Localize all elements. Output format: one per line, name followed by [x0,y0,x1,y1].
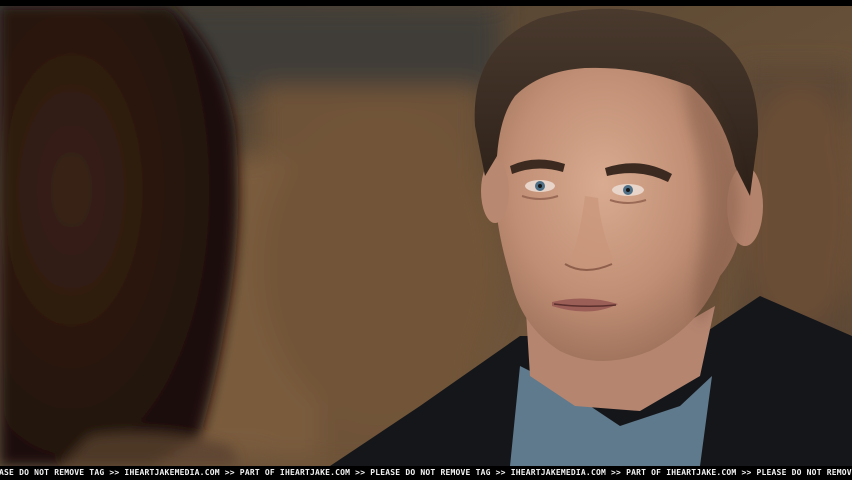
watermark-bar: EASE DO NOT REMOVE TAG >> IHEARTJAKEMEDI… [0,466,852,480]
film-still [0,6,852,466]
watermark-text: EASE DO NOT REMOVE TAG >> IHEARTJAKEMEDI… [0,468,852,477]
video-frame: EASE DO NOT REMOVE TAG >> IHEARTJAKEMEDI… [0,0,852,480]
foreground-hair [0,6,240,466]
